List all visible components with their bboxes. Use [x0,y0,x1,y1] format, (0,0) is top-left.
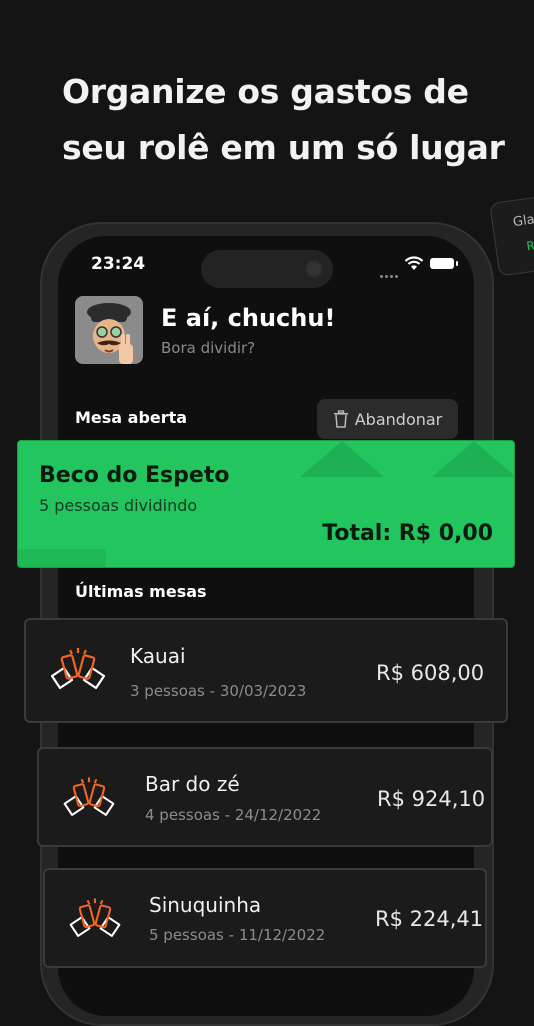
open-table-people: 5 pessoas dividindo [39,496,198,515]
card-decoration [300,441,384,477]
headline-line-2: seu rolê em um só lugar [62,128,505,167]
table-name: Kauai [130,644,186,668]
table-meta: 4 pessoas - 24/12/2022 [145,806,322,824]
card-decoration [432,441,514,477]
avatar[interactable] [75,296,143,364]
greeting-subtitle: Bora dividir? [161,339,256,357]
toast-icon [63,777,115,816]
dynamic-island [201,250,333,288]
camera-icon [305,260,323,278]
trash-icon [333,410,348,428]
card-decoration [18,549,106,567]
table-amount: R$ 924,10 [377,787,486,811]
greeting: E aí, chuchu! [161,304,336,332]
table-amount: R$ 608,00 [376,661,485,685]
table-name: Sinuquinha [149,893,262,917]
signal-icon [380,263,402,278]
table-card-sinuquinha[interactable]: Sinuquinha 5 pessoas - 11/12/2022 R$ 224… [43,868,487,968]
abandon-button[interactable]: Abandonar [317,399,458,439]
wifi-icon [404,256,424,270]
peek-card: Gla R [489,193,534,277]
battery-icon [430,258,458,269]
table-card-kauai[interactable]: Kauai 3 pessoas - 30/03/2023 R$ 608,00 [24,618,508,723]
latest-tables-label: Últimas mesas [75,582,207,601]
peek-card-value: R [525,238,534,254]
table-meta: 5 pessoas - 11/12/2022 [149,926,326,944]
table-name: Bar do zé [145,772,240,796]
open-table-label: Mesa aberta [75,408,188,427]
headline: Organize os gastos de seu rolê em um só … [62,64,505,176]
toast-icon [69,898,121,937]
peek-card-title: Gla [512,212,534,231]
table-meta: 3 pessoas - 30/03/2023 [130,682,307,700]
table-amount: R$ 224,41 [375,907,484,931]
toast-icon [50,648,106,690]
table-card-bar-do-ze[interactable]: Bar do zé 4 pessoas - 24/12/2022 R$ 924,… [37,747,493,847]
open-table-card[interactable]: Beco do Espeto 5 pessoas dividindo Total… [17,440,515,568]
open-table-total: Total: R$ 0,00 [322,521,493,546]
abandon-label: Abandonar [354,409,443,429]
status-time: 23:24 [91,254,146,274]
open-table-name: Beco do Espeto [39,463,230,488]
headline-line-1: Organize os gastos de [62,72,469,111]
